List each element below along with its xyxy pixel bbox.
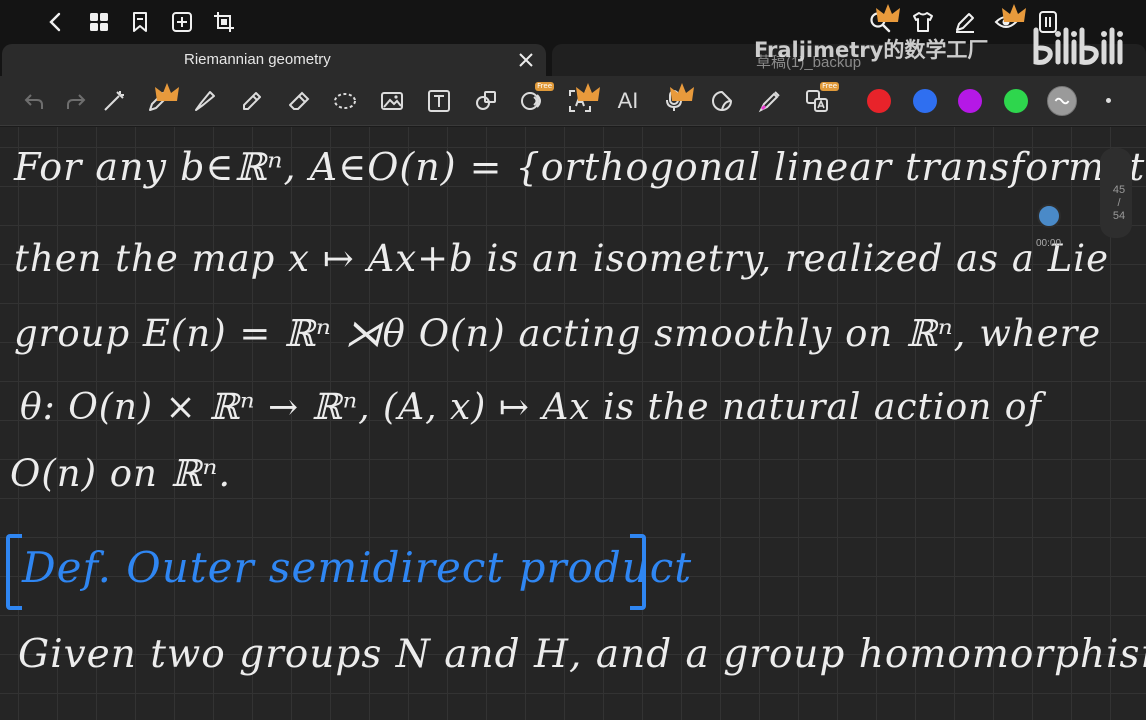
grid-icon[interactable] xyxy=(85,8,113,36)
definition-title: Def. Outer semidirect product xyxy=(22,543,693,592)
ai-button[interactable]: AI xyxy=(612,87,644,115)
tab-riemannian-geometry[interactable]: Riemannian geometry xyxy=(2,44,546,76)
handwritten-line: then the map x ↦ Ax+b is an isometry, re… xyxy=(14,237,1110,280)
theme-shirt-icon[interactable] xyxy=(909,8,937,36)
notebook-canvas[interactable]: For any b∈ℝⁿ, A∈O(n) = {orthogonal linea… xyxy=(0,127,1146,720)
handwritten-line: O(n) on ℝⁿ. xyxy=(10,452,232,495)
page-separator: / xyxy=(1117,197,1121,209)
text-box-icon[interactable] xyxy=(425,87,453,115)
bookmark-icon[interactable] xyxy=(126,8,154,36)
handwritten-line: θ: O(n) × ℝⁿ → ℝⁿ, (A, x) ↦ Ax is the na… xyxy=(20,387,1042,428)
text-recognition-icon[interactable] xyxy=(566,83,600,115)
time-label: 00:00 xyxy=(1036,238,1062,249)
microphone-icon[interactable] xyxy=(660,83,694,115)
page-indicator: 45 / 54 xyxy=(1110,184,1128,223)
redo-icon[interactable] xyxy=(62,87,90,115)
close-icon[interactable] xyxy=(516,50,536,70)
handwritten-line: For any b∈ℝⁿ, A∈O(n) = {orthogonal linea… xyxy=(14,145,1146,189)
page-total: 54 xyxy=(1112,210,1126,222)
page-current: 45 xyxy=(1112,184,1126,196)
back-arrow-icon[interactable] xyxy=(42,8,70,36)
color-purple-swatch[interactable] xyxy=(958,89,982,113)
lasso-icon[interactable] xyxy=(331,87,359,115)
eye-icon[interactable] xyxy=(992,4,1026,36)
color-green-swatch[interactable] xyxy=(1004,89,1028,113)
pen-icon[interactable] xyxy=(145,83,179,115)
more-options-icon[interactable] xyxy=(1106,98,1111,103)
translate-icon[interactable]: Free xyxy=(803,82,839,115)
color-red-swatch[interactable] xyxy=(867,89,891,113)
watermark-text: Fraljimetry的数学工厂 xyxy=(754,38,989,62)
bilibili-logo xyxy=(1033,27,1123,65)
laser-pointer-icon[interactable] xyxy=(756,87,784,115)
sign-pen-icon[interactable] xyxy=(951,8,979,36)
highlighter-icon[interactable] xyxy=(238,87,266,115)
ai-label: AI xyxy=(617,88,639,113)
shapes-icon[interactable] xyxy=(472,87,500,115)
drawing-toolbar: Free AI Free xyxy=(0,76,1146,126)
tab-label: Riemannian geometry xyxy=(184,51,331,68)
search-icon[interactable] xyxy=(866,4,900,36)
sticker-icon[interactable] xyxy=(708,87,736,115)
handwritten-line: Given two groups N and H, and a group ho… xyxy=(18,632,1146,677)
add-page-icon[interactable] xyxy=(168,8,196,36)
fountain-pen-icon[interactable] xyxy=(191,87,219,115)
handwritten-line: group E(n) = ℝⁿ ⋊θ O(n) acting smoothly … xyxy=(14,312,1102,355)
eraser-icon[interactable] xyxy=(285,87,313,115)
crop-icon[interactable] xyxy=(210,8,238,36)
color-blue-swatch[interactable] xyxy=(913,89,937,113)
playback-scroll-handle[interactable] xyxy=(1037,204,1061,228)
free-badge: Free xyxy=(820,82,839,91)
ocr-icon[interactable]: Free xyxy=(518,82,554,115)
undo-icon[interactable] xyxy=(20,87,48,115)
free-badge: Free xyxy=(535,82,554,91)
magic-pen-icon[interactable] xyxy=(100,87,128,115)
pen-style-wave-icon[interactable] xyxy=(1047,86,1077,116)
image-icon[interactable] xyxy=(378,87,406,115)
